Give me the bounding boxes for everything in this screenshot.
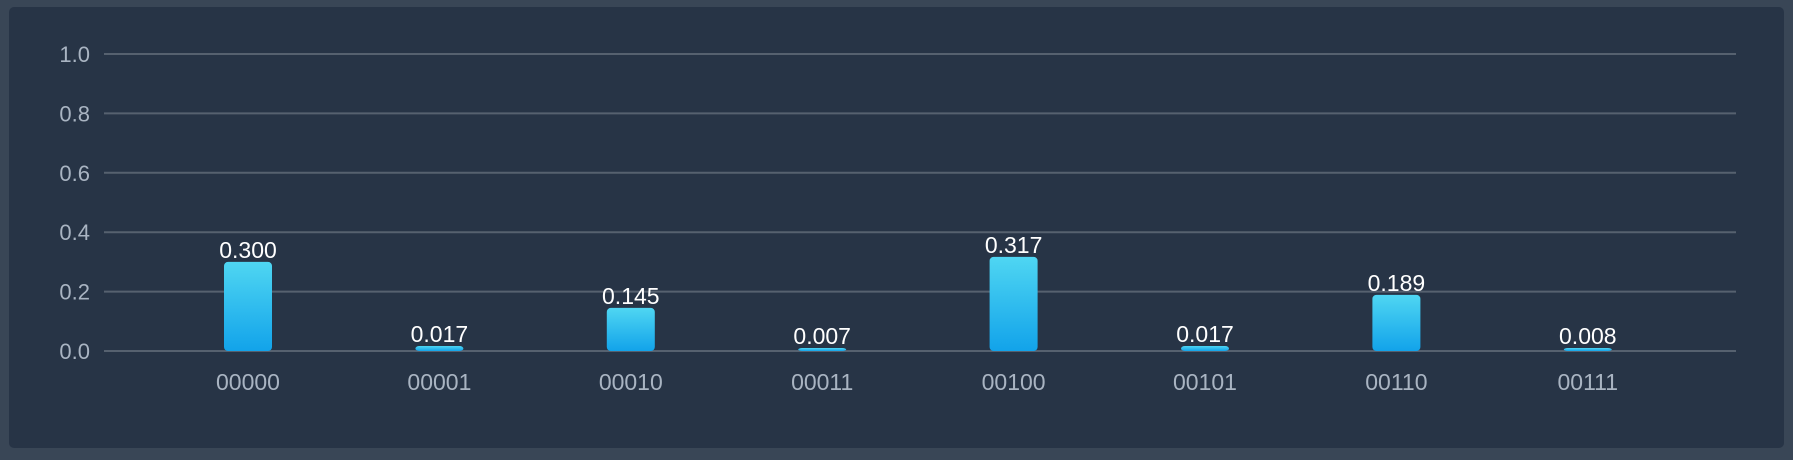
x-tick-label: 00001 xyxy=(407,369,471,395)
x-tick-label: 00111 xyxy=(1558,369,1619,395)
bar-value-label: 0.017 xyxy=(411,321,469,347)
chart-panel: 0.0 0.2 0.4 0.6 0.8 1.0 0.300 0.017 0.145 0.007 0… xyxy=(9,7,1784,448)
bar-value-label: 0.017 xyxy=(1176,321,1234,347)
bar xyxy=(224,261,272,351)
y-axis-ticks: 0.0 0.2 0.4 0.6 0.8 1.0 xyxy=(59,42,90,364)
bar-value-label: 0.007 xyxy=(793,323,851,349)
y-tick-label: 0.0 xyxy=(59,339,90,364)
bar-chart: 0.0 0.2 0.4 0.6 0.8 1.0 0.300 0.017 0.145 0.007 0… xyxy=(59,42,1736,395)
bar xyxy=(989,256,1038,351)
x-axis-labels: 00000 00001 00010 00011 00100 00101 00110 00111 xyxy=(216,369,1618,395)
bar xyxy=(1372,294,1421,351)
x-tick-label: 00000 xyxy=(216,369,280,395)
x-tick-label: 00100 xyxy=(982,369,1046,395)
y-tick-label: 0.4 xyxy=(59,220,90,245)
gridlines xyxy=(104,53,1736,352)
bar-value-label: 0.189 xyxy=(1368,270,1426,296)
x-tick-label: 00110 xyxy=(1365,369,1427,395)
bar xyxy=(606,307,655,351)
x-tick-label: 00010 xyxy=(599,369,663,395)
y-tick-label: 0.2 xyxy=(59,280,90,305)
bar-value-label: 0.145 xyxy=(602,283,660,309)
x-tick-label: 00101 xyxy=(1173,369,1237,395)
bar-value-label: 0.008 xyxy=(1559,323,1617,349)
y-tick-label: 1.0 xyxy=(59,42,90,67)
y-tick-label: 0.8 xyxy=(59,101,90,126)
x-tick-label: 00011 xyxy=(791,369,853,395)
bar-value-label: 0.300 xyxy=(219,237,277,263)
bar-value-label: 0.317 xyxy=(985,232,1043,258)
y-tick-label: 0.6 xyxy=(59,161,90,186)
